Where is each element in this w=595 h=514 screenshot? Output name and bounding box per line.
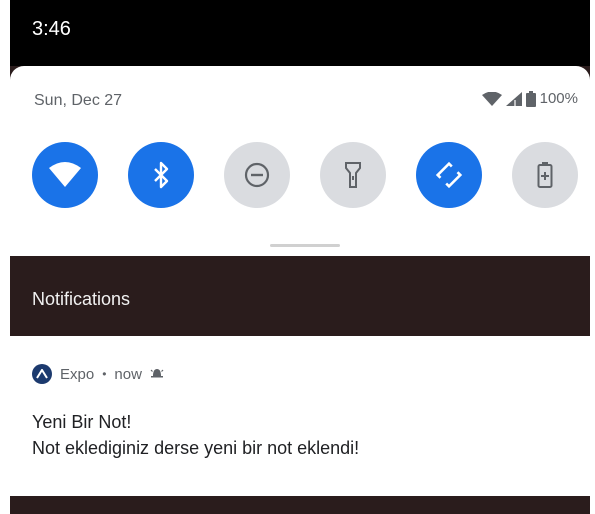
do-not-disturb-icon xyxy=(243,161,271,189)
notifications-header-title: Notifications xyxy=(32,289,131,309)
notification-app-name: Expo xyxy=(60,365,95,383)
alert-bell-icon xyxy=(150,366,164,383)
battery-icon xyxy=(525,90,536,107)
notification-body: Not eklediginiz derse yeni bir not eklen… xyxy=(32,438,360,458)
status-time: 3:46 xyxy=(32,18,71,40)
battery-saver-icon xyxy=(537,161,553,189)
auto-rotate-icon xyxy=(433,159,465,191)
wifi-tile[interactable] xyxy=(32,142,98,208)
drag-handle[interactable] xyxy=(270,244,340,247)
qs-date[interactable]: Sun, Dec 27 xyxy=(34,92,122,110)
notification-separator: • xyxy=(102,367,107,381)
notification-title: Yeni Bir Not! xyxy=(32,412,132,432)
notification-card[interactable]: Expo • now Yeni Bir Not! Not eklediginiz… xyxy=(10,336,590,496)
bluetooth-tile[interactable] xyxy=(128,142,194,208)
notification-app-row: Expo • now xyxy=(32,364,164,384)
flashlight-icon xyxy=(344,161,362,189)
status-bar: 3:46 xyxy=(10,0,590,66)
battery-percent: 100% xyxy=(539,90,578,107)
bluetooth-icon xyxy=(150,161,172,189)
quick-settings-tiles xyxy=(32,142,578,208)
cell-signal-icon xyxy=(505,91,522,106)
flashlight-tile[interactable] xyxy=(320,142,386,208)
notification-shade: 3:46 Sun, Dec 27 100% Notifications Expo… xyxy=(10,0,590,514)
quick-settings-panel: Sun, Dec 27 100% xyxy=(10,66,590,256)
battery-saver-tile[interactable] xyxy=(512,142,578,208)
notification-time: now xyxy=(114,365,142,383)
do-not-disturb-tile[interactable] xyxy=(224,142,290,208)
notifications-header: Notifications xyxy=(10,256,590,336)
auto-rotate-tile[interactable] xyxy=(416,142,482,208)
wifi-icon xyxy=(48,162,82,188)
wifi-signal-icon xyxy=(481,91,502,106)
qs-status-icons: 100% xyxy=(481,90,578,107)
expo-app-icon xyxy=(32,364,52,384)
